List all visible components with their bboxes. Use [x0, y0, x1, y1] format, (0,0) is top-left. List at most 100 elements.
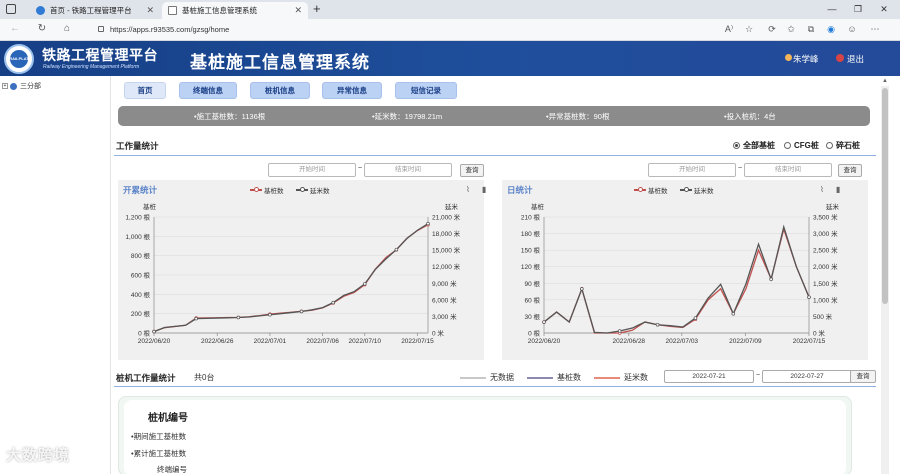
user-avatar-icon	[785, 54, 792, 61]
data-point	[426, 221, 430, 226]
browser-tab-home[interactable]: 首页 - 铁路工程管理平台 ✕	[30, 2, 160, 19]
series-line-piles	[153, 224, 429, 333]
y-tick-label: 0 根	[138, 329, 150, 338]
y2-tick-label: 500 米	[813, 312, 833, 321]
x-tick-label: 2022/06/26	[201, 338, 234, 345]
y-tick-label: 200 根	[131, 309, 151, 318]
tab-close-icon[interactable]: ✕	[146, 5, 154, 16]
expand-icon[interactable]: +	[2, 83, 8, 89]
data-point	[580, 287, 584, 291]
railplat-logo: RAILPLAT	[4, 44, 34, 74]
extensions-icon[interactable]: ◉	[824, 22, 838, 36]
filter-all-radio[interactable]: 全部基桩	[733, 140, 775, 151]
daily-end-date-input[interactable]: 结束时间	[744, 163, 832, 177]
x-tick-label: 2022/06/20	[138, 338, 171, 345]
pile-work-start-date[interactable]: 2022-07-21	[664, 370, 754, 383]
platform-title: 铁路工程管理平台	[42, 47, 158, 63]
lock-icon	[98, 26, 104, 32]
series-line-meters	[543, 224, 810, 334]
x-tick-label: 2022/07/03	[666, 338, 699, 345]
y2-tick-label: 18,000 米	[432, 229, 461, 238]
home-icon[interactable]: ⌂	[60, 22, 74, 36]
tree-node-root[interactable]: + 三分部	[2, 81, 41, 91]
y2-tick-label: 21,000 米	[432, 213, 461, 222]
pile-work-query-button[interactable]: 查询	[850, 370, 876, 383]
y-tick-label: 800 根	[131, 251, 151, 260]
close-window-button[interactable]: ✕	[874, 2, 894, 16]
favorite-star-icon[interactable]: ☆	[742, 22, 756, 36]
nav-sms-button[interactable]: 短信记录	[395, 82, 457, 99]
tree-node-label: 三分部	[20, 83, 41, 90]
nav-anomaly-button[interactable]: 异常信息	[322, 82, 382, 99]
y-tick-label: 150 根	[521, 246, 541, 255]
workload-title: 工作量统计	[116, 141, 159, 151]
scroll-up-icon[interactable]: ▲	[881, 78, 889, 86]
cumulative-query-button[interactable]: 查询	[460, 164, 484, 177]
radio-checked-icon	[733, 142, 740, 149]
legend-piles[interactable]: 基桩数	[527, 372, 581, 383]
legend-meters[interactable]: 延米数	[594, 372, 648, 383]
read-aloud-icon[interactable]: A⁾	[722, 22, 736, 36]
section-divider	[114, 386, 876, 387]
nav-home-button[interactable]: 首页	[124, 82, 166, 99]
card-title: 桩机编号	[148, 413, 188, 424]
y-tick-label: 60 根	[524, 295, 540, 304]
data-point	[299, 309, 304, 314]
data-point	[394, 247, 399, 252]
favorites-icon[interactable]: ✩	[784, 22, 798, 36]
platform-subtitle: Railway Engineering Management Platform	[43, 64, 140, 70]
url-field[interactable]: https://apps.r93535.com/gzsg/home	[96, 22, 696, 37]
minimize-button[interactable]: —	[822, 2, 842, 16]
logout-link[interactable]: 退出	[847, 53, 864, 65]
data-point	[331, 300, 335, 305]
x-tick-label: 2022/07/15	[793, 338, 826, 345]
pile-machine-card-inner	[124, 400, 846, 474]
daily-query-button[interactable]: 查询	[838, 164, 862, 177]
edge-favicon-icon	[36, 6, 45, 15]
date-separator: ~	[358, 165, 363, 172]
maximize-button[interactable]: ❐	[848, 2, 868, 16]
y2-tick-label: 1,500 米	[813, 279, 838, 288]
y2-tick-label: 3,000 米	[813, 229, 838, 238]
tab-close-icon[interactable]: ✕	[294, 5, 302, 16]
nav-terminal-button[interactable]: 终端信息	[179, 82, 237, 99]
y-tick-label: 1,000 根	[125, 232, 150, 241]
cumulative-start-date-input[interactable]: 开始时间	[268, 163, 356, 177]
new-tab-button[interactable]: +	[313, 1, 321, 16]
filter-gravel-radio[interactable]: 碎石桩	[826, 140, 860, 151]
refresh-icon[interactable]: ↻	[35, 22, 49, 36]
daily-line-chart: 0 根 30 根 60 根 90 根 120 根 150 根 180 根 210 根 0 米 50…	[521, 213, 838, 346]
org-node-icon	[10, 82, 17, 90]
cumulative-end-date-input[interactable]: 结束时间	[364, 163, 452, 177]
browser-tab-active[interactable]: 基桩施工信息管理系统 ✕	[162, 2, 308, 19]
refresh-sync-icon[interactable]: ⟳	[765, 22, 779, 36]
user-name[interactable]: 朱学峰	[793, 53, 819, 65]
y-tick-label: 1,200 根	[125, 213, 150, 222]
y-tick-label: 180 根	[521, 229, 541, 238]
profile-icon[interactable]: ☺	[845, 22, 859, 36]
card-row-period: •期间施工基桩数	[131, 432, 187, 441]
scrollbar-thumb[interactable]	[882, 88, 888, 304]
watermark: 大数跨境	[6, 447, 71, 464]
back-arrow-icon[interactable]: ←	[8, 22, 22, 36]
x-tick-label: 2022/06/28	[613, 338, 646, 345]
pile-work-end-date[interactable]: 2022-07-27	[762, 370, 852, 383]
summary-machines: •投入桩机：4台	[724, 112, 776, 121]
tab-actions-icon[interactable]	[6, 4, 16, 14]
y2-tick-label: 9,000 米	[432, 279, 457, 288]
data-point	[268, 313, 272, 317]
filter-cfg-radio[interactable]: CFG桩	[784, 140, 819, 151]
daily-start-date-input[interactable]: 开始时间	[648, 163, 736, 177]
data-point	[152, 329, 156, 334]
more-menu-icon[interactable]: ⋯	[868, 22, 882, 36]
nav-pile-button[interactable]: 桩机信息	[250, 82, 310, 99]
legend-no-data[interactable]: 无数据	[460, 372, 514, 383]
logout-icon[interactable]	[836, 54, 844, 62]
x-tick-label: 2022/07/15	[401, 338, 434, 345]
y2-tick-label: 1,000 米	[813, 295, 838, 304]
y2-tick-label: 2,000 米	[813, 262, 838, 271]
data-point	[655, 322, 660, 327]
y-tick-label: 90 根	[524, 279, 540, 288]
collections-icon[interactable]: ⧉	[804, 22, 818, 36]
y-tick-label: 600 根	[131, 271, 151, 280]
